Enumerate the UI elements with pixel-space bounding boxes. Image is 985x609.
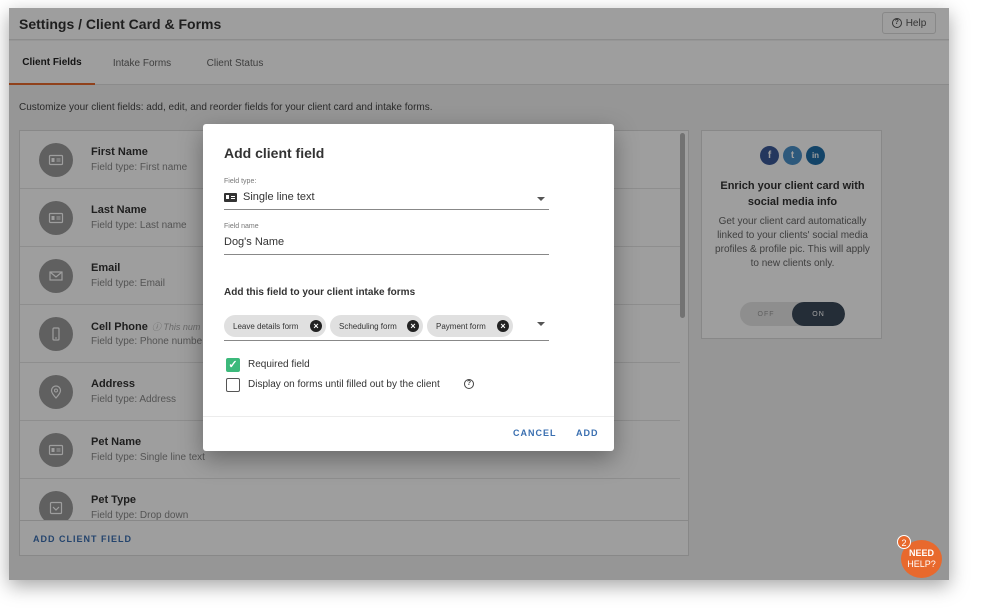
display-checkbox[interactable] <box>226 378 240 392</box>
chip-scheduling-form: Scheduling form × <box>330 315 423 337</box>
dialog-title: Add client field <box>224 145 325 161</box>
chip-leave-details-form: Leave details form × <box>224 315 326 337</box>
forms-section-label: Add this field to your client intake for… <box>224 287 416 298</box>
notification-badge: 2 <box>897 535 911 549</box>
chip-label: Scheduling form <box>339 321 397 331</box>
need-help-line2: HELP? <box>907 559 936 569</box>
chevron-down-icon <box>537 197 545 201</box>
field-name-input[interactable]: Dog's Name <box>224 235 549 255</box>
close-icon[interactable]: × <box>407 320 419 332</box>
required-checkbox[interactable]: ✓ <box>226 358 240 372</box>
close-icon[interactable]: × <box>310 320 322 332</box>
intake-forms-select[interactable]: Leave details form × Scheduling form × P… <box>224 313 549 341</box>
field-name-label: Field name <box>224 223 259 230</box>
cancel-button[interactable]: CANCEL <box>513 428 557 438</box>
need-help-line1: NEED <box>908 548 934 558</box>
field-type-value: Single line text <box>243 191 315 203</box>
close-icon[interactable]: × <box>497 320 509 332</box>
display-label: Display on forms until filled out by the… <box>248 379 440 390</box>
add-button[interactable]: ADD <box>576 428 599 438</box>
field-type-select[interactable]: Single line text <box>224 190 549 210</box>
add-client-field-dialog: Add client field Field type: Single line… <box>203 124 614 451</box>
required-label: Required field <box>248 359 310 370</box>
dialog-divider <box>203 416 614 417</box>
field-type-label: Field type: <box>224 178 257 185</box>
id-card-icon <box>224 193 237 202</box>
chip-label: Leave details form <box>233 321 299 331</box>
question-circle-icon[interactable]: ? <box>464 379 474 389</box>
field-name-value: Dog's Name <box>224 236 285 248</box>
chip-payment-form: Payment form × <box>427 315 513 337</box>
chip-label: Payment form <box>436 321 486 331</box>
chevron-down-icon <box>537 322 545 326</box>
